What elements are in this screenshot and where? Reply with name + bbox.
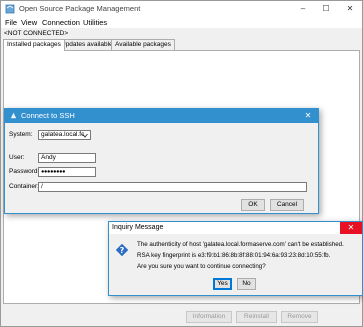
connect-ssh-dialog: Connect to SSH ✕ System: galatea.local.f… <box>4 108 319 214</box>
app-icon <box>5 4 15 14</box>
tab-installed-packages[interactable]: Installed packages <box>3 39 65 51</box>
connection-status: <NOT CONNECTED> <box>4 30 69 37</box>
dialog-title-bar: Connect to SSH ✕ <box>5 109 318 123</box>
inquiry-message-line-2: RSA key fingerprint is e3:f9:b1:86:8b:8f… <box>137 252 331 259</box>
svg-text:?: ? <box>120 246 125 255</box>
user-field[interactable]: Andy <box>38 153 96 163</box>
user-label: User: <box>9 154 25 161</box>
chevron-down-icon <box>82 133 88 138</box>
information-button[interactable]: Information <box>186 311 232 323</box>
cancel-button[interactable]: Cancel <box>270 199 304 211</box>
inquiry-dialog: Inquiry Message ✕ ? The authenticity of … <box>108 221 363 296</box>
no-button[interactable]: No <box>237 278 256 290</box>
inquiry-title-bar: Inquiry Message ✕ <box>109 222 362 234</box>
inquiry-message-line-1: The authenticity of host 'galatea.local.… <box>137 241 344 248</box>
menu-connection[interactable]: Connection <box>42 18 80 27</box>
close-button[interactable]: ✕ <box>338 1 362 17</box>
menu-utilities[interactable]: Utilities <box>83 18 107 27</box>
system-label: System: <box>9 131 33 138</box>
password-field[interactable]: ●●●●●●●● <box>38 167 96 177</box>
reinstall-button[interactable]: Reinstall <box>236 311 277 323</box>
menu-file[interactable]: File <box>5 18 17 27</box>
inquiry-close-button[interactable]: ✕ <box>340 222 362 234</box>
ssh-icon <box>10 112 17 119</box>
window-title: Open Source Package Management <box>19 4 141 13</box>
title-bar: Open Source Package Management – ☐ ✕ <box>1 1 362 17</box>
dialog-close-button[interactable]: ✕ <box>298 109 318 123</box>
container-field[interactable]: / <box>38 182 307 192</box>
tab-available-packages[interactable]: Available packages <box>111 39 175 50</box>
inquiry-message-line-3: Are you sure you want to continue connec… <box>137 263 266 270</box>
container-label: Container: <box>9 183 39 190</box>
minimize-button[interactable]: – <box>291 1 315 17</box>
system-value: galatea.local.fc <box>41 131 85 138</box>
ok-button[interactable]: OK <box>241 199 265 211</box>
yes-button[interactable]: Yes <box>213 278 232 290</box>
menu-view[interactable]: View <box>21 18 37 27</box>
remove-button[interactable]: Remove <box>281 311 318 323</box>
menu-bar: File View Connection Utilities <box>1 17 362 28</box>
maximize-button[interactable]: ☐ <box>314 1 338 17</box>
system-select[interactable]: galatea.local.fc <box>38 130 91 140</box>
password-label: Password: <box>9 168 40 175</box>
question-icon: ? <box>115 243 129 257</box>
tab-updates-available[interactable]: Updates available <box>57 39 117 50</box>
inquiry-title: Inquiry Message <box>112 224 164 231</box>
dialog-title: Connect to SSH <box>21 111 75 120</box>
